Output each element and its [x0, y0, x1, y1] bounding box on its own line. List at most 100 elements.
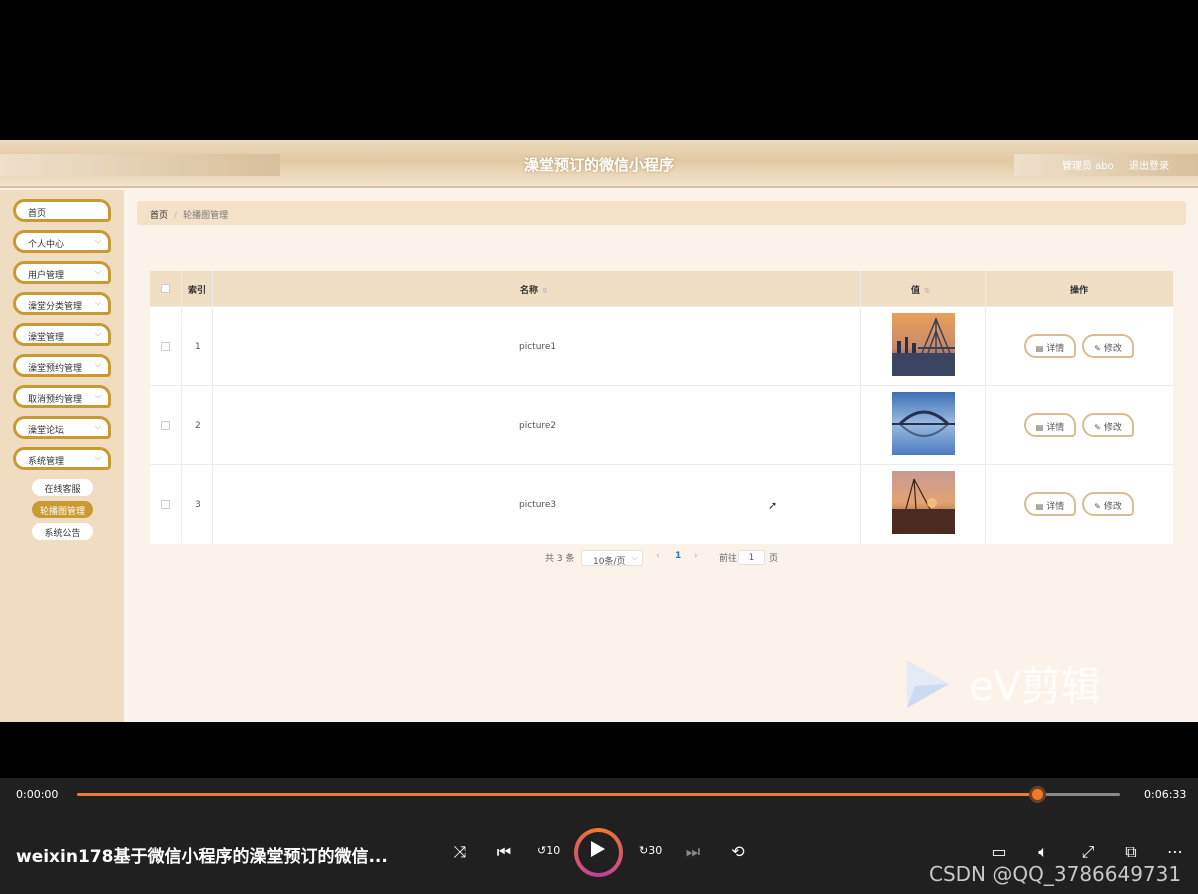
rewind-10-icon[interactable]: ↺10 — [537, 844, 560, 857]
admin-label: 管理员 abo — [1062, 161, 1114, 172]
sidebar-item-booking[interactable]: 澡堂预约管理 ⌵ — [13, 354, 111, 377]
column-header-index: 索引 — [188, 286, 207, 296]
carousel-image-thumbnail[interactable] — [892, 313, 955, 376]
sidebar-item-category[interactable]: 澡堂分类管理 ⌵ — [13, 292, 111, 315]
row-checkbox[interactable] — [161, 342, 170, 351]
next-page-icon[interactable]: › — [694, 551, 698, 561]
sidebar-item-forum[interactable]: 澡堂论坛 ⌵ — [13, 416, 111, 439]
watermark-text: eV剪辑 — [969, 664, 1101, 710]
subtitles-icon[interactable]: ▭ — [989, 842, 1009, 861]
sidebar-item-bathhouse[interactable]: 澡堂管理 ⌵ — [13, 323, 111, 346]
seek-progress — [77, 793, 1037, 796]
chevron-down-icon: ⌵ — [94, 267, 101, 276]
table-row: 3 picture3 ▤ 详情 ✎ 修改 — [150, 464, 1173, 543]
volume-icon[interactable]: 🔈︎ — [1033, 842, 1053, 862]
sort-icon[interactable]: ⇅ — [542, 287, 548, 295]
breadcrumb-separator: / — [174, 211, 178, 221]
chevron-down-icon: ⌵ — [94, 391, 101, 400]
prev-page-icon[interactable]: ‹ — [656, 551, 660, 561]
ev-logo-watermark: eV剪辑 — [907, 660, 1101, 710]
video-player-controls: 0:00:00 0:06:33 weixin178基于微信小程序的澡堂预订的微信… — [0, 778, 1198, 894]
sidebar-item-label: 系统管理 — [28, 457, 65, 467]
more-options-icon[interactable]: ⋯ — [1165, 842, 1185, 861]
column-header-name[interactable]: 名称 ⇅ — [520, 283, 548, 296]
sidebar-item-profile[interactable]: 个人中心 ⌵ — [13, 230, 111, 253]
previous-icon[interactable]: ⏮ — [494, 842, 514, 862]
chevron-down-icon: ⌵ — [94, 298, 101, 307]
row-name: picture2 — [519, 421, 557, 431]
row-checkbox[interactable] — [161, 500, 170, 509]
video-frame: 澡堂预订的微信小程序 管理员 abo 退出登录 首页 个人中心 ⌵ 用户管理 ⌵ 澡… — [0, 140, 1198, 722]
sidebar-item-system[interactable]: 系统管理 ⌵ — [13, 447, 111, 470]
breadcrumb-home[interactable]: 首页 — [150, 211, 168, 221]
edit-icon: ✎ — [1094, 344, 1101, 353]
column-header-label: 值 — [911, 286, 921, 296]
sidebar-item-label: 取消预约管理 — [28, 395, 83, 405]
sidebar-item-label: 澡堂预约管理 — [28, 364, 83, 374]
row-index: 1 — [195, 342, 201, 352]
sidebar-item-label: 个人中心 — [28, 240, 65, 250]
app-title: 澡堂预订的微信小程序 — [523, 156, 674, 174]
fullscreen-icon[interactable]: ⤢ — [1078, 842, 1098, 862]
sidebar-item-cancel[interactable]: 取消预约管理 ⌵ — [13, 385, 111, 408]
table-row: 1 picture1 ▤ 详情 ✎ 修改 — [150, 306, 1173, 385]
submenu-item-online-service[interactable]: 在线客服 — [32, 479, 93, 496]
play-icon — [591, 841, 605, 857]
table-row: 2 picture2 ▤ 详情 ✎ 修改 — [150, 385, 1173, 464]
miniplayer-icon[interactable]: ⧉ — [1121, 842, 1141, 862]
repeat-icon[interactable]: ⟲ — [728, 842, 748, 861]
sidebar-item-label: 用户管理 — [28, 271, 65, 281]
sidebar-item-label: 澡堂分类管理 — [28, 302, 83, 312]
app-header: 澡堂预订的微信小程序 管理员 abo 退出登录 — [0, 140, 1198, 188]
sidebar-item-label: 澡堂论坛 — [28, 426, 65, 436]
chevron-down-icon: ⌵ — [94, 236, 101, 245]
play-button[interactable] — [574, 828, 623, 877]
forward-30-icon[interactable]: ↻30 — [639, 844, 662, 857]
select-all-checkbox[interactable] — [161, 284, 170, 293]
sidebar-item-users[interactable]: 用户管理 ⌵ — [13, 261, 111, 284]
row-name: picture1 — [519, 342, 557, 352]
chevron-down-icon: ⌵ — [631, 553, 638, 562]
seek-handle[interactable] — [1028, 786, 1046, 803]
screen: 澡堂预订的微信小程序 管理员 abo 退出登录 首页 个人中心 ⌵ 用户管理 ⌵ 澡… — [0, 0, 1198, 894]
goto-label: 前往 — [719, 554, 738, 564]
mouse-cursor-icon: ➚ — [768, 499, 778, 512]
sidebar-item-label: 澡堂管理 — [28, 333, 65, 343]
page-unit-label: 页 — [769, 554, 779, 564]
sidebar: 首页 个人中心 ⌵ 用户管理 ⌵ 澡堂分类管理 ⌵ 澡堂管理 ⌵ 澡堂预约管理 ⌵ 取消预… — [0, 190, 124, 722]
edit-button[interactable]: ✎ 修改 — [1082, 492, 1134, 516]
edit-button[interactable]: ✎ 修改 — [1082, 334, 1134, 358]
detail-button[interactable]: ▤ 详情 — [1024, 413, 1076, 437]
document-icon: ▤ — [1035, 502, 1044, 511]
current-time: 0:00:00 — [16, 788, 59, 801]
breadcrumb-current: 轮播图管理 — [183, 211, 229, 221]
page-size-select[interactable]: 10条/页 ⌵ — [581, 550, 643, 567]
column-header-value[interactable]: 值 ⇅ — [911, 283, 930, 296]
submenu-item-carousel[interactable]: 轮播图管理 — [32, 501, 93, 518]
seek-bar[interactable] — [77, 786, 1120, 803]
chevron-down-icon: ⌵ — [94, 422, 101, 431]
shuffle-icon[interactable]: ⤨ — [450, 842, 470, 862]
logout-link[interactable]: 退出登录 — [1129, 157, 1169, 172]
video-title: weixin178基于微信小程序的澡堂预订的微信... — [16, 847, 388, 867]
goto-page-input[interactable]: 1 — [738, 550, 765, 565]
pagination-total: 共 3 条 — [545, 554, 575, 564]
sidebar-item-home[interactable]: 首页 — [13, 199, 111, 222]
row-name: picture3 — [519, 500, 557, 510]
column-header-label: 名称 — [520, 286, 539, 296]
sort-icon[interactable]: ⇅ — [924, 287, 930, 295]
detail-button[interactable]: ▤ 详情 — [1024, 492, 1076, 516]
edit-button[interactable]: ✎ 修改 — [1082, 413, 1134, 437]
current-page[interactable]: 1 — [675, 551, 681, 561]
document-icon: ▤ — [1035, 344, 1044, 353]
submenu-item-announcement[interactable]: 系统公告 — [32, 523, 93, 540]
carousel-table: 索引 名称 ⇅ 值 ⇅ 操作 1 picture1 ▤ 详情 ✎ 修改 2 pi… — [150, 271, 1173, 544]
detail-button[interactable]: ▤ 详情 — [1024, 334, 1076, 358]
total-time: 0:06:33 — [1144, 788, 1187, 801]
sidebar-item-label: 首页 — [28, 209, 47, 219]
carousel-image-thumbnail[interactable] — [892, 392, 955, 455]
carousel-image-thumbnail[interactable] — [892, 471, 955, 534]
chevron-down-icon: ⌵ — [94, 360, 101, 369]
row-checkbox[interactable] — [161, 421, 170, 430]
next-icon[interactable]: ⏭ — [683, 842, 703, 862]
